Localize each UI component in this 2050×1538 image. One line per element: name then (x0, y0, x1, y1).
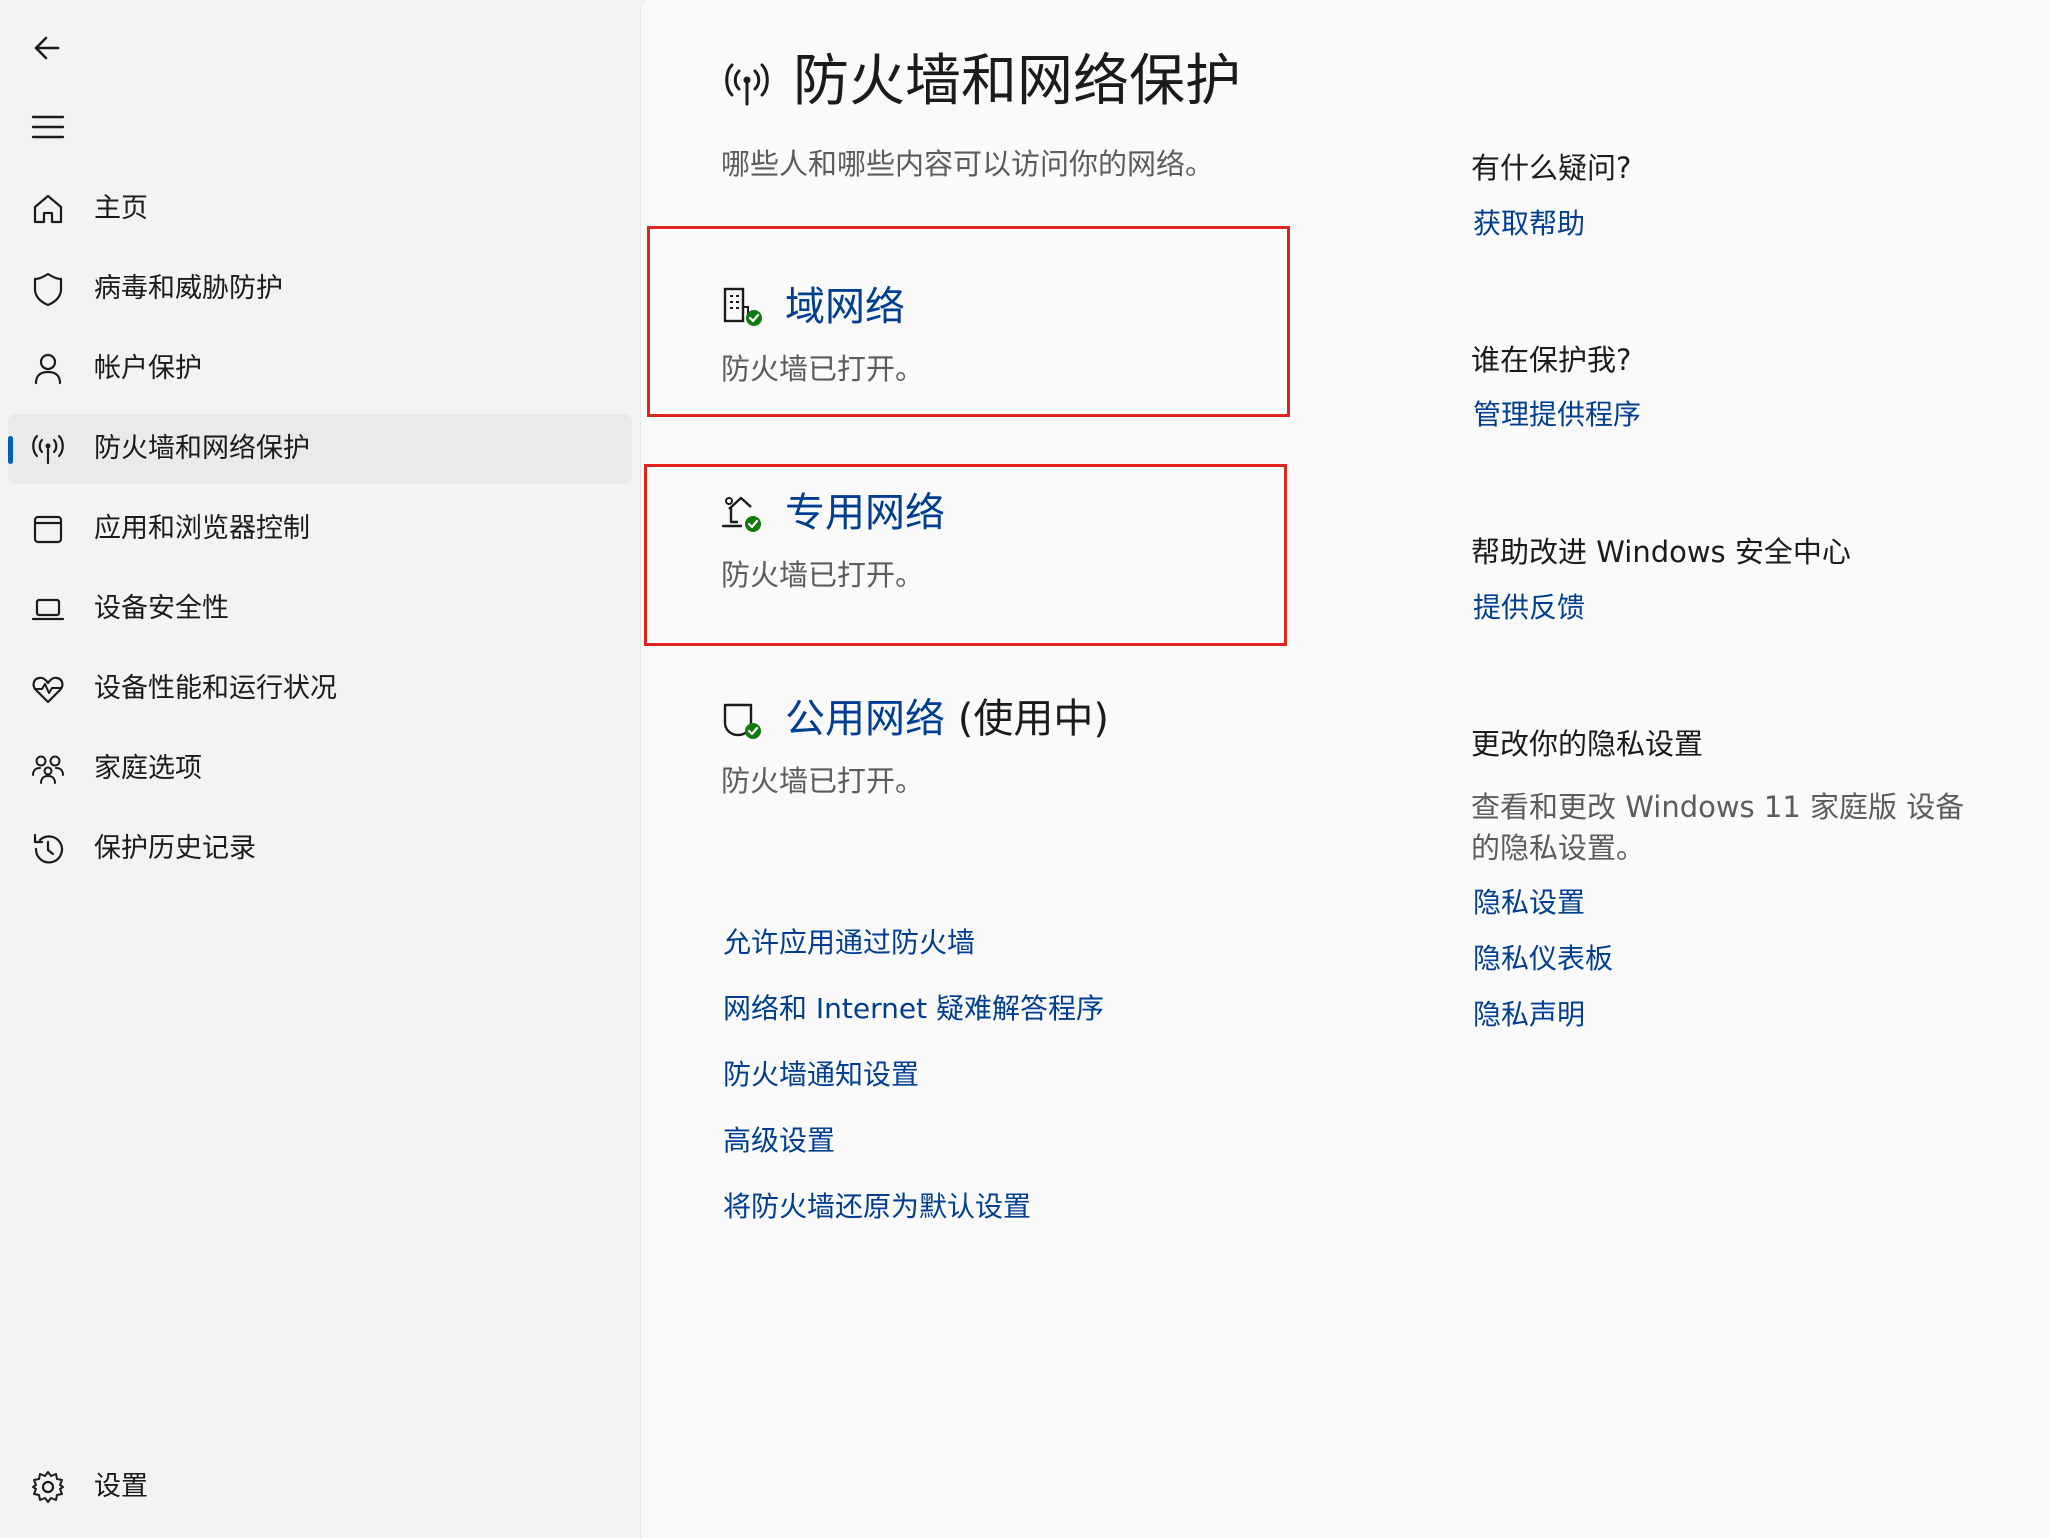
selection-indicator (8, 436, 13, 464)
privacy-dashboard-link[interactable]: 隐私仪表板 (1473, 940, 1613, 978)
in-use-tag: (使用中) (957, 696, 1109, 742)
antenna-icon (32, 434, 64, 465)
nav-item-label: 应用和浏览器控制 (94, 513, 310, 544)
nav-item-account-protection[interactable]: 帐户保护 (8, 334, 632, 404)
domain-network-status: 防火墙已打开。 (721, 352, 925, 386)
menu-button[interactable] (18, 97, 78, 157)
app-window-icon (33, 515, 63, 544)
privacy-description: 查看和更改 Windows 11 家庭版 设备的隐私设置。 (1471, 790, 1965, 865)
gear-icon (32, 1471, 64, 1503)
advanced-settings-link[interactable]: 高级设置 (723, 1122, 835, 1160)
who-protects-heading: 谁在保护我? (1471, 343, 1632, 377)
back-button[interactable] (18, 18, 78, 78)
public-network-name: 公用网络 (785, 696, 945, 742)
private-network-icon (721, 496, 761, 532)
family-icon (32, 755, 64, 784)
restore-defaults-link[interactable]: 将防火墙还原为默认设置 (723, 1188, 1031, 1226)
public-network-icon (723, 703, 761, 739)
nav-item-firewall[interactable]: 防火墙和网络保护 (8, 414, 632, 484)
nav-item-label: 帐户保护 (94, 353, 202, 384)
page-subtitle: 哪些人和哪些内容可以访问你的网络。 (721, 147, 1215, 181)
nav-item-family-options[interactable]: 家庭选项 (8, 734, 632, 804)
person-icon (34, 353, 62, 385)
manage-providers-link[interactable]: 管理提供程序 (1473, 396, 1641, 434)
private-network-status: 防火墙已打开。 (721, 558, 925, 592)
improve-heading: 帮助改进 Windows 安全中心 (1471, 535, 1851, 569)
nav-item-label: 设备性能和运行状况 (94, 673, 337, 704)
nav-item-device-security[interactable]: 设备安全性 (8, 574, 632, 644)
privacy-statement-link[interactable]: 隐私声明 (1473, 996, 1585, 1034)
history-icon (33, 833, 64, 864)
page-title: 防火墙和网络保护 (793, 49, 1241, 114)
privacy-settings-link[interactable]: 隐私设置 (1473, 884, 1585, 922)
nav-item-label: 家庭选项 (94, 753, 202, 784)
home-icon (33, 194, 63, 224)
domain-network-link[interactable]: 域网络 (785, 281, 905, 333)
nav-item-app-browser-control[interactable]: 应用和浏览器控制 (8, 494, 632, 564)
nav-item-label: 病毒和威胁防护 (94, 273, 283, 304)
allow-app-through-firewall-link[interactable]: 允许应用通过防火墙 (723, 924, 975, 962)
get-help-link[interactable]: 获取帮助 (1473, 205, 1585, 243)
give-feedback-link[interactable]: 提供反馈 (1473, 589, 1585, 627)
navigation-pane: 主页 病毒和威胁防护 帐户保护 防火墙和网络保护 应用和浏览器控制 设备安全性 … (0, 0, 640, 1538)
nav-item-device-performance[interactable]: 设备性能和运行状况 (8, 654, 632, 724)
nav-item-label: 主页 (94, 193, 148, 224)
nav-item-label: 防火墙和网络保护 (94, 433, 310, 464)
hamburger-icon (31, 115, 65, 139)
privacy-heading: 更改你的隐私设置 (1471, 727, 1704, 761)
public-network-link[interactable]: 公用网络 (使用中) (785, 693, 1109, 745)
nav-item-home[interactable]: 主页 (8, 174, 632, 244)
questions-heading: 有什么疑问? (1471, 151, 1632, 185)
laptop-icon (31, 598, 65, 621)
nav-item-label: 保护历史记录 (94, 833, 256, 864)
domain-network-icon (723, 287, 762, 326)
nav-item-protection-history[interactable]: 保护历史记录 (8, 814, 632, 884)
nav-item-label: 设备安全性 (94, 593, 229, 624)
content-pane: 防火墙和网络保护 哪些人和哪些内容可以访问你的网络。 域网络 防火墙已打开。 专… (640, 0, 2050, 1538)
private-network-link[interactable]: 专用网络 (785, 487, 945, 539)
nav-item-label: 设置 (94, 1471, 148, 1502)
nav-item-settings[interactable]: 设置 (8, 1452, 632, 1522)
heart-pulse-icon (32, 676, 64, 704)
antenna-icon (725, 63, 769, 106)
shield-icon (33, 272, 63, 307)
back-arrow-icon (34, 36, 60, 60)
firewall-notification-settings-link[interactable]: 防火墙通知设置 (723, 1056, 919, 1094)
nav-item-virus-protection[interactable]: 病毒和威胁防护 (8, 254, 632, 324)
public-network-status: 防火墙已打开。 (721, 764, 925, 798)
network-troubleshooter-link[interactable]: 网络和 Internet 疑难解答程序 (723, 990, 1104, 1028)
